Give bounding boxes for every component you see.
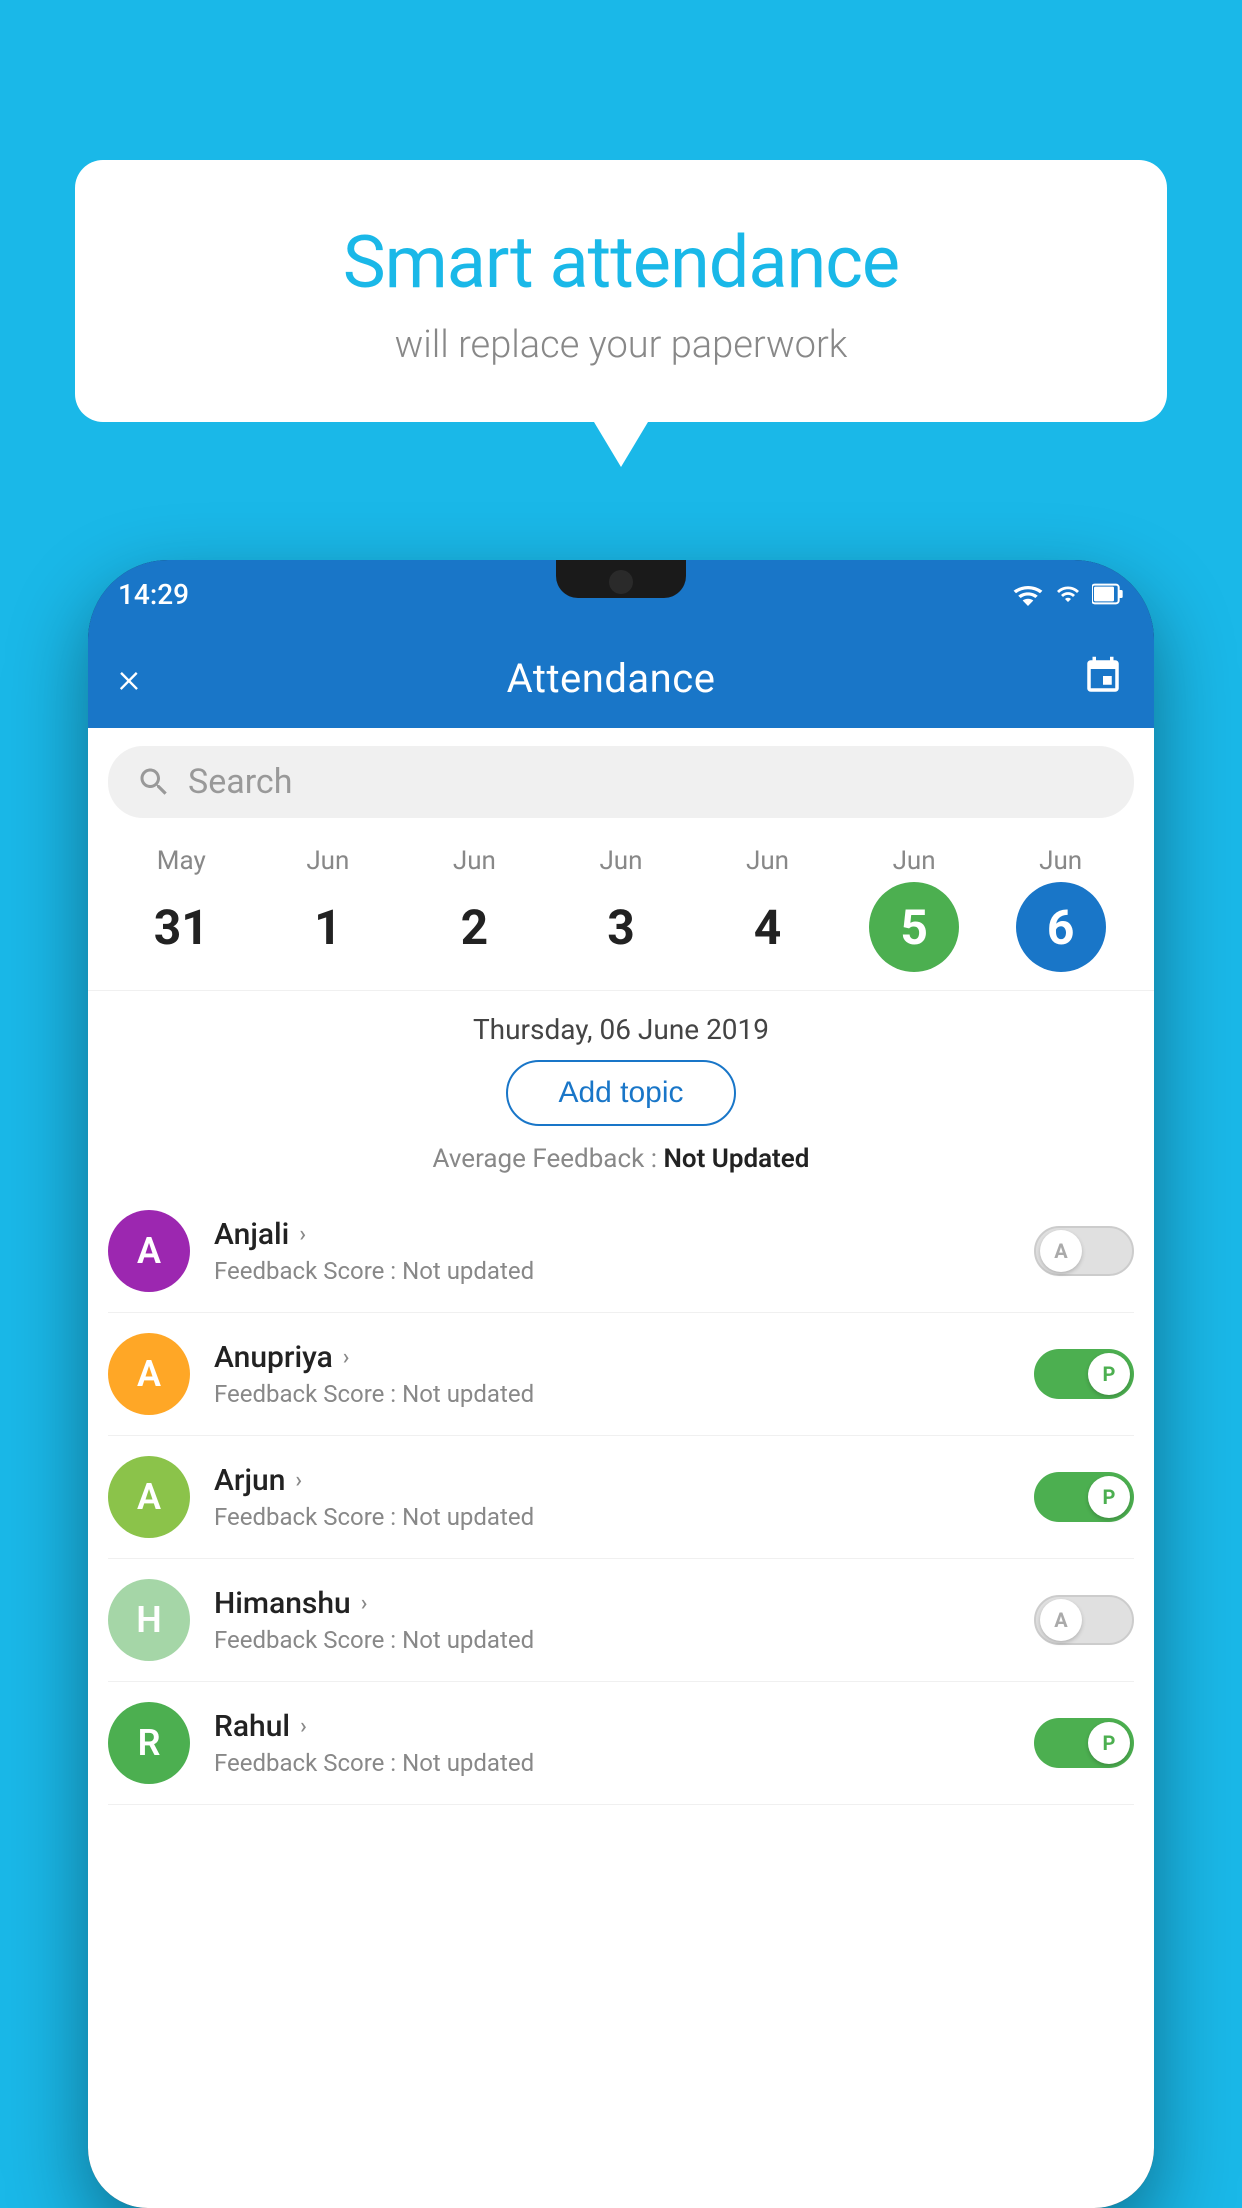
calendar-day[interactable]: Jun 2 [419, 846, 529, 972]
student-info: Anupriya › Feedback Score : Not updated [190, 1340, 1034, 1408]
toggle-knob: P [1088, 1722, 1130, 1764]
search-placeholder: Search [188, 762, 292, 802]
cal-date-number: 2 [429, 882, 519, 972]
chevron-right-icon: › [300, 1714, 307, 1739]
selected-date-header: Thursday, 06 June 2019 [88, 991, 1154, 1060]
toggle-switch[interactable]: P [1034, 1349, 1134, 1399]
student-name: Anupriya › [214, 1340, 1034, 1375]
student-name: Rahul › [214, 1709, 1034, 1744]
student-feedback: Feedback Score : Not updated [214, 1503, 1034, 1531]
student-avatar: A [108, 1456, 190, 1538]
cal-date-number: 3 [576, 882, 666, 972]
calendar-day[interactable]: Jun 6 [1006, 846, 1116, 972]
student-avatar: A [108, 1210, 190, 1292]
calendar-day[interactable]: May 31 [126, 846, 236, 972]
phone-camera [609, 570, 633, 594]
cal-month-label: May [157, 846, 206, 876]
phone-notch [556, 560, 686, 598]
cal-month-label: Jun [599, 846, 642, 876]
cal-month-label: Jun [1039, 846, 1082, 876]
toggle-switch[interactable]: A [1034, 1226, 1134, 1276]
toggle-knob: A [1040, 1599, 1082, 1641]
avg-feedback: Average Feedback : Not Updated [88, 1144, 1154, 1190]
toggle-switch[interactable]: P [1034, 1718, 1134, 1768]
student-info: Anjali › Feedback Score : Not updated [190, 1217, 1034, 1285]
student-item[interactable]: A Anupriya › Feedback Score : Not updated P [108, 1313, 1134, 1436]
bubble-title: Smart attendance [125, 220, 1117, 305]
close-button[interactable]: × [118, 654, 140, 703]
battery-icon [1092, 582, 1124, 606]
cal-date-number: 5 [869, 882, 959, 972]
status-time: 14:29 [118, 578, 189, 611]
wifi-icon [1012, 582, 1044, 606]
attendance-toggle[interactable]: A [1034, 1595, 1134, 1645]
chevron-right-icon: › [361, 1591, 368, 1616]
student-item[interactable]: A Arjun › Feedback Score : Not updated P [108, 1436, 1134, 1559]
cal-date-number: 4 [723, 882, 813, 972]
add-topic-button[interactable]: Add topic [506, 1060, 735, 1126]
attendance-toggle[interactable]: A [1034, 1226, 1134, 1276]
screen-content: Search May 31 Jun 1 Jun 2 Jun 3 Jun 4 Jun 5 Jun 6 Thu… [88, 728, 1154, 2208]
cal-date-number: 31 [136, 882, 226, 972]
attendance-toggle[interactable]: P [1034, 1349, 1134, 1399]
calendar-day[interactable]: Jun 1 [273, 846, 383, 972]
student-item[interactable]: R Rahul › Feedback Score : Not updated P [108, 1682, 1134, 1805]
toggle-switch[interactable]: A [1034, 1595, 1134, 1645]
calendar-day[interactable]: Jun 3 [566, 846, 676, 972]
student-info: Arjun › Feedback Score : Not updated [190, 1463, 1034, 1531]
student-name: Anjali › [214, 1217, 1034, 1252]
toggle-knob: P [1088, 1476, 1130, 1518]
cal-month-label: Jun [453, 846, 496, 876]
cal-month-label: Jun [306, 846, 349, 876]
toggle-knob: P [1088, 1353, 1130, 1395]
cal-date-number: 6 [1016, 882, 1106, 972]
cal-month-label: Jun [746, 846, 789, 876]
cal-month-label: Jun [893, 846, 936, 876]
toggle-knob: A [1040, 1230, 1082, 1272]
student-name: Arjun › [214, 1463, 1034, 1498]
calendar-strip: May 31 Jun 1 Jun 2 Jun 3 Jun 4 Jun 5 Jun 6 [88, 836, 1154, 991]
student-feedback: Feedback Score : Not updated [214, 1380, 1034, 1408]
student-feedback: Feedback Score : Not updated [214, 1749, 1034, 1777]
avg-feedback-label: Average Feedback : [433, 1144, 657, 1174]
status-icons [1012, 582, 1124, 606]
student-feedback: Feedback Score : Not updated [214, 1626, 1034, 1654]
speech-bubble: Smart attendance will replace your paper… [75, 160, 1167, 422]
calendar-day[interactable]: Jun 5 [859, 846, 969, 972]
app-bar: × Attendance [88, 628, 1154, 728]
student-avatar: H [108, 1579, 190, 1661]
student-item[interactable]: AAnjali ›Feedback Score : Not updatedA [108, 1190, 1134, 1313]
student-feedback: Feedback Score : Not updated [214, 1257, 1034, 1285]
cal-date-number: 1 [283, 882, 373, 972]
student-name: Himanshu › [214, 1586, 1034, 1621]
attendance-toggle[interactable]: P [1034, 1718, 1134, 1768]
student-avatar: R [108, 1702, 190, 1784]
search-bar[interactable]: Search [108, 746, 1134, 818]
calendar-day[interactable]: Jun 4 [713, 846, 823, 972]
search-icon [136, 764, 172, 800]
attendance-toggle[interactable]: P [1034, 1472, 1134, 1522]
student-info: Himanshu › Feedback Score : Not updated [190, 1586, 1034, 1654]
student-avatar: A [108, 1333, 190, 1415]
student-item[interactable]: H Himanshu › Feedback Score : Not updatedA [108, 1559, 1134, 1682]
calendar-button[interactable] [1082, 655, 1124, 701]
avg-feedback-value: Not Updated [663, 1144, 809, 1174]
chevron-right-icon: › [295, 1468, 302, 1493]
student-list: AAnjali ›Feedback Score : Not updatedAAA… [88, 1190, 1154, 1805]
toggle-switch[interactable]: P [1034, 1472, 1134, 1522]
student-info: Rahul › Feedback Score : Not updated [190, 1709, 1034, 1777]
app-bar-title: Attendance [507, 655, 716, 702]
bubble-subtitle: will replace your paperwork [125, 323, 1117, 367]
chevron-right-icon: › [343, 1345, 350, 1370]
signal-icon [1054, 582, 1082, 606]
chevron-right-icon: › [299, 1222, 306, 1247]
phone-frame: 14:29 × Attendance [88, 560, 1154, 2208]
